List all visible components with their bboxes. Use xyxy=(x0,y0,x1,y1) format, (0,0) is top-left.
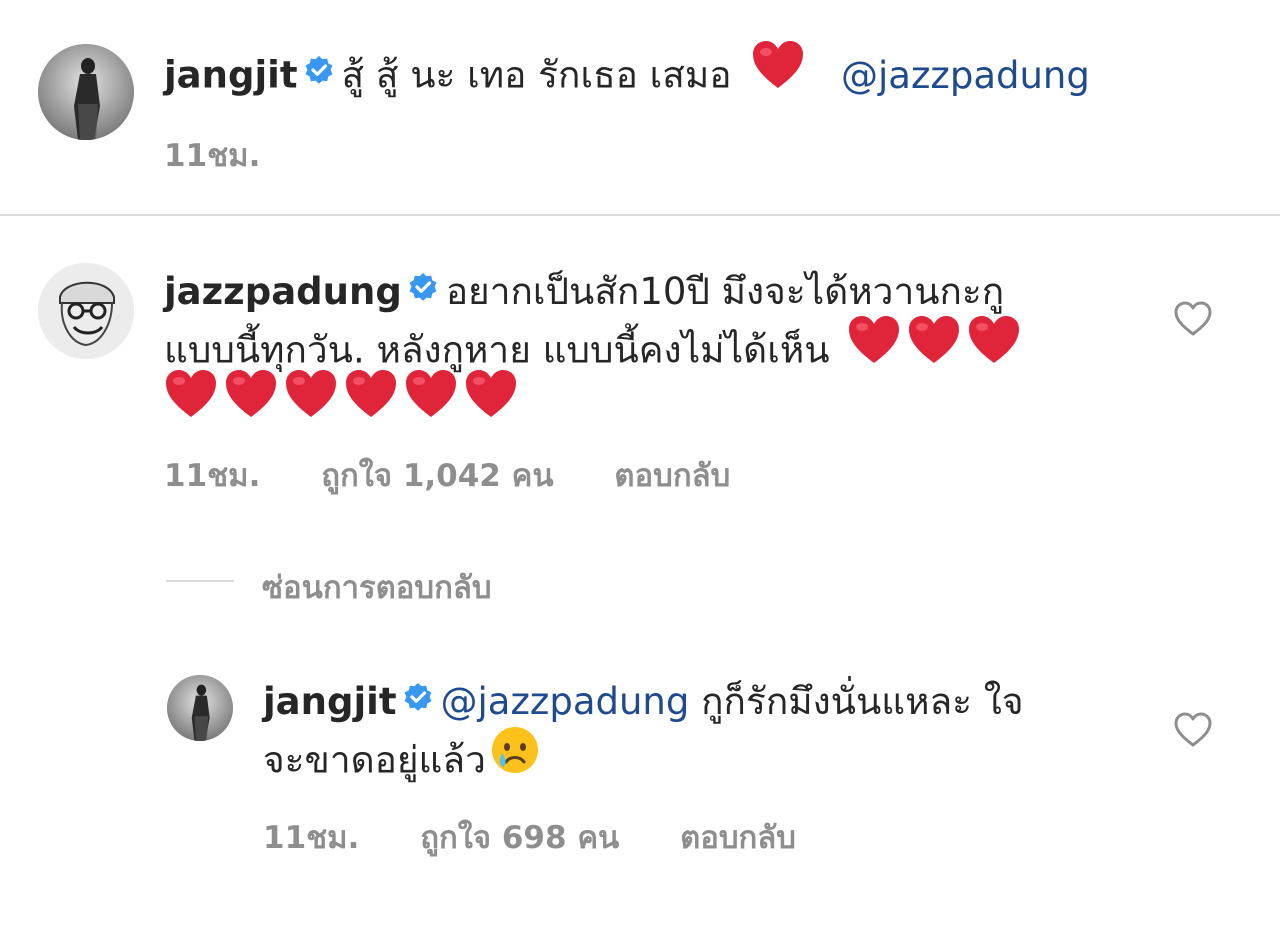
red-heart-icon xyxy=(344,369,398,437)
heart-outline-icon xyxy=(1174,712,1212,747)
avatar-jangjit[interactable] xyxy=(38,44,134,140)
reply-button[interactable]: ตอบกลับ xyxy=(680,820,796,856)
avatar-jangjit-reply[interactable] xyxy=(167,675,233,741)
red-heart-icon xyxy=(224,369,278,437)
heart-emoji-group xyxy=(847,316,1027,372)
comment-meta: 11ชม. ถูกใจ 1,042 คน ตอบกลับ xyxy=(164,450,780,500)
red-heart-icon xyxy=(751,40,805,108)
red-heart-icon xyxy=(967,315,1021,383)
reply-button[interactable]: ตอบกลับ xyxy=(614,458,730,494)
red-heart-icon xyxy=(164,369,218,437)
comment-text-2: แบบนี้ทุกวัน. หลังกูหาย แบบนี้คงไม่ได้เห… xyxy=(164,328,830,372)
divider xyxy=(0,214,1280,216)
red-heart-icon xyxy=(907,315,961,383)
like-reply-button[interactable] xyxy=(1173,710,1213,750)
username-link[interactable]: jazzpadung xyxy=(164,270,402,313)
comment-time: 11ชม. xyxy=(164,458,261,494)
likes-count-link[interactable]: ถูกใจ 698 คน xyxy=(420,820,619,856)
verified-badge-icon xyxy=(304,43,334,103)
hide-replies-button[interactable]: ซ่อนการตอบกลับ xyxy=(262,562,492,612)
caption-time: 11ชม. xyxy=(164,138,261,174)
like-comment-button[interactable] xyxy=(1173,299,1213,339)
reply-text-1: กูก็รักมึงนั่นแหละ ใจ xyxy=(701,680,1024,723)
reply-line-1: jangjit @jazzpadung กูก็รักมึงนั่นแหละ ใจ xyxy=(263,672,1024,734)
comment-line-3 xyxy=(164,370,524,440)
caption-line: jangjit สู้ สู้ นะ เทอ รักเธอ เสมอ @jazzp… xyxy=(164,40,1090,111)
verified-badge-icon xyxy=(403,670,433,730)
caption-text: สู้ สู้ นะ เทอ รักเธอ เสมอ xyxy=(341,53,732,97)
reply-text-2: จะขาดอยู่แล้ว xyxy=(263,738,486,782)
username-link[interactable]: jangjit xyxy=(164,54,298,97)
avatar-jazzpadung[interactable] xyxy=(38,263,134,359)
hide-replies-line xyxy=(166,580,234,582)
red-heart-icon xyxy=(847,315,901,383)
caption-meta: 11ชม. xyxy=(164,130,310,180)
red-heart-icon xyxy=(464,369,518,437)
heart-outline-icon xyxy=(1174,301,1212,336)
red-heart-icon xyxy=(284,369,338,437)
mention-link[interactable]: @jazzpadung xyxy=(841,54,1090,97)
username-link[interactable]: jangjit xyxy=(263,680,397,723)
crying-face-icon xyxy=(490,725,540,793)
reply-time: 11ชม. xyxy=(263,820,360,856)
comment-text-1: อยากเป็นสัก10ปี มึงจะได้หวานกะกู xyxy=(445,270,1005,313)
likes-count-link[interactable]: ถูกใจ 1,042 คน xyxy=(321,458,553,494)
verified-badge-icon xyxy=(408,260,438,320)
avatar-photo xyxy=(38,263,134,359)
red-heart-icon xyxy=(404,369,458,437)
avatar-photo xyxy=(38,44,134,140)
reply-meta: 11ชม. ถูกใจ 698 คน ตอบกลับ xyxy=(263,812,846,862)
heart-emoji-group xyxy=(164,370,524,426)
reply-line-2: จะขาดอยู่แล้ว xyxy=(263,725,540,796)
avatar-photo xyxy=(167,675,233,741)
mention-link[interactable]: @jazzpadung xyxy=(441,680,690,723)
